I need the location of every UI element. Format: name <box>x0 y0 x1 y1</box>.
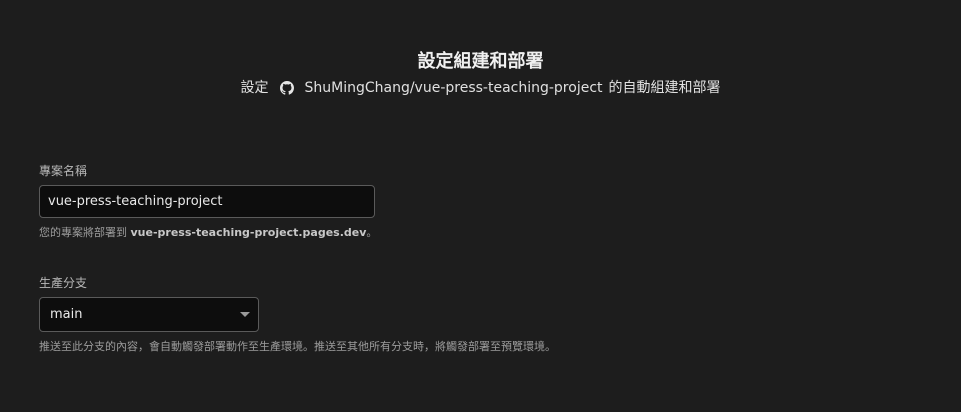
selected-branch: main <box>50 307 83 322</box>
production-branch-label: 生產分支 <box>39 276 88 290</box>
page-header: 設定組建和部署 設定 ShuMingChang/vue-press-teachi… <box>0 50 961 98</box>
repo-name: ShuMingChang/vue-press-teaching-project <box>304 80 603 96</box>
production-branch-field: 生產分支 main 推送至此分支的內容，會自動觸發部署動作至生產環境。推送至其他… <box>39 275 556 355</box>
production-branch-select[interactable]: main <box>39 297 259 332</box>
help-prefix: 您的專案將部署到 <box>39 226 127 239</box>
help-suffix: 。 <box>366 226 378 239</box>
project-name-label: 專案名稱 <box>39 164 88 178</box>
github-icon <box>280 81 295 95</box>
subtitle-suffix: 的自動組建和部署 <box>608 80 721 96</box>
build-deploy-setup-page: 設定組建和部署 設定 ShuMingChang/vue-press-teachi… <box>0 0 961 412</box>
project-name-field: 專案名稱 您的專案將部署到 vue-press-teaching-project… <box>39 163 377 241</box>
page-subtitle: 設定 ShuMingChang/vue-press-teaching-proje… <box>0 78 961 98</box>
subtitle-prefix: 設定 <box>240 80 269 96</box>
chevron-down-icon <box>240 312 250 317</box>
project-name-help: 您的專案將部署到 vue-press-teaching-project.page… <box>39 225 377 241</box>
page-title: 設定組建和部署 <box>417 51 544 72</box>
production-branch-help: 推送至此分支的內容，會自動觸發部署動作至生產環境。推送至其他所有分支時，將觸發部… <box>39 340 556 353</box>
project-name-input[interactable] <box>39 185 375 218</box>
help-domain: vue-press-teaching-project.pages.dev <box>130 226 367 239</box>
